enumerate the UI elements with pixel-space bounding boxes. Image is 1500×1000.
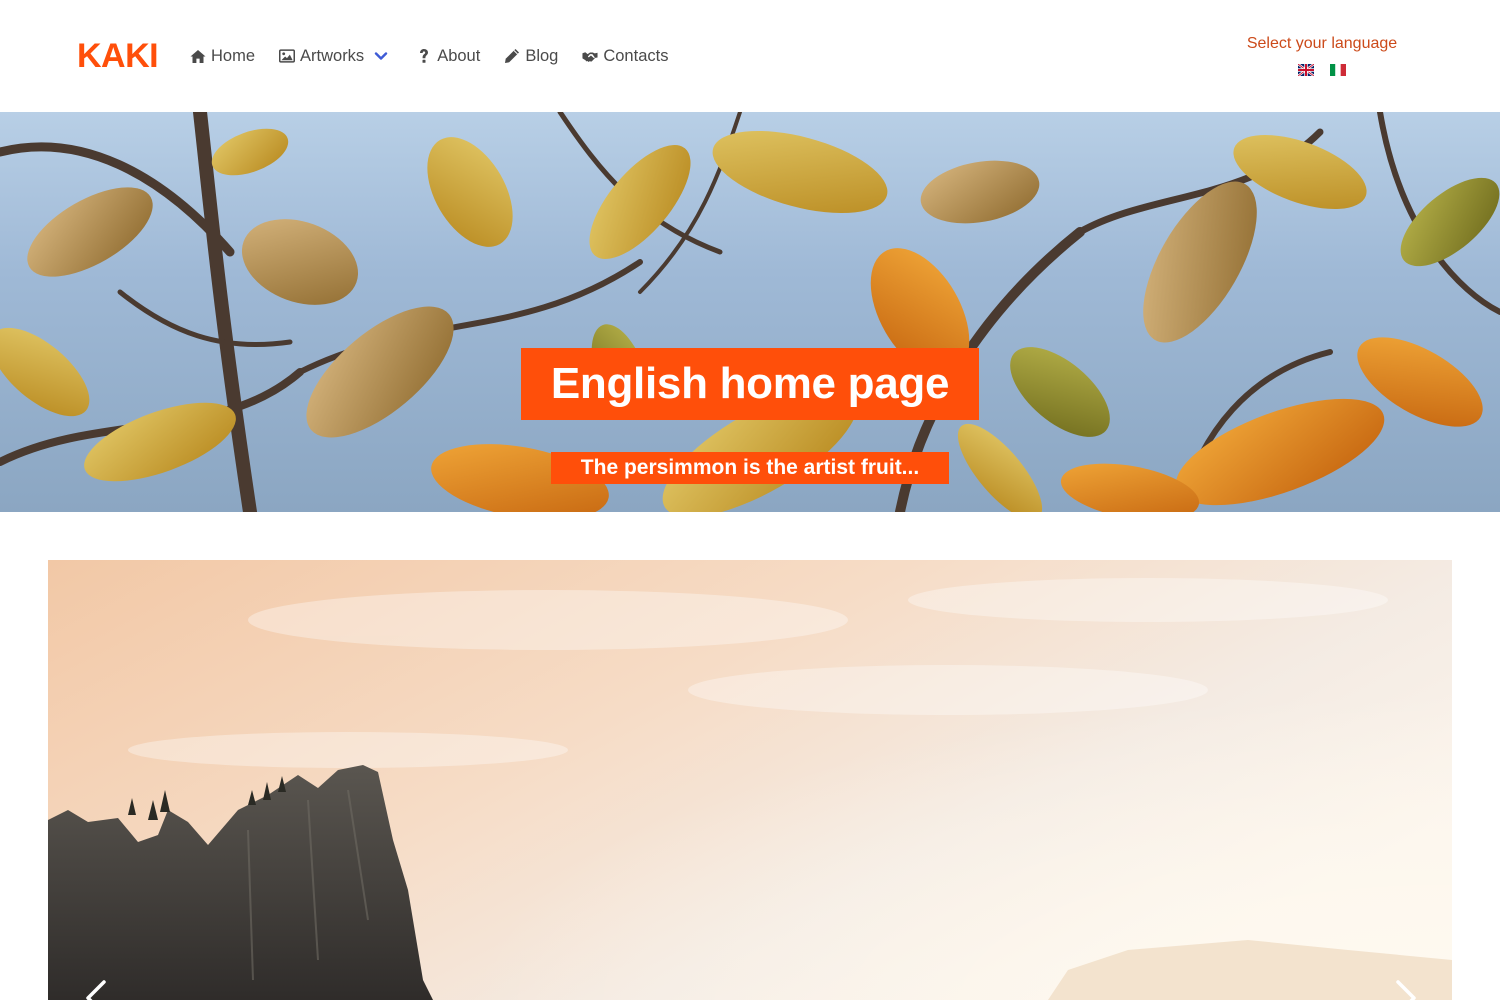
nav-item-contacts[interactable]: Contacts xyxy=(582,44,668,68)
hero-title: English home page xyxy=(521,348,979,420)
chevron-down-icon[interactable] xyxy=(374,49,388,63)
hero-banner: English home page The persimmon is the a… xyxy=(0,112,1500,512)
chevron-left-icon[interactable] xyxy=(78,978,118,1000)
carousel-slide-image xyxy=(48,560,1452,1000)
image-icon xyxy=(279,48,296,64)
nav-item-label: About xyxy=(437,46,481,65)
uk-flag-icon[interactable] xyxy=(1297,63,1315,77)
nav-item-blog[interactable]: Blog xyxy=(504,44,558,68)
language-label: Select your language xyxy=(1246,35,1398,52)
navbar: KAKI Home Artworks About Blog Contacts S… xyxy=(0,0,1500,112)
chevron-right-icon[interactable] xyxy=(1384,978,1424,1000)
main-nav: Home Artworks About Blog Contacts xyxy=(190,44,692,68)
brand-logo[interactable]: KAKI xyxy=(77,38,159,74)
hero-subtitle: The persimmon is the artist fruit... xyxy=(551,452,949,484)
question-icon xyxy=(416,48,432,64)
italy-flag-icon[interactable] xyxy=(1330,63,1346,76)
nav-item-artworks[interactable]: Artworks xyxy=(279,44,388,68)
nav-item-label: Home xyxy=(211,46,256,65)
nav-item-label: Artworks xyxy=(300,46,365,65)
nav-item-label: Blog xyxy=(525,46,559,65)
language-flags xyxy=(1232,63,1412,77)
nav-item-about[interactable]: About xyxy=(416,44,480,68)
pencil-icon xyxy=(504,48,520,64)
home-icon xyxy=(190,48,206,64)
image-carousel xyxy=(48,560,1452,1000)
nav-item-label: Contacts xyxy=(603,46,669,65)
handshake-icon xyxy=(582,48,598,64)
language-selector: Select your language xyxy=(1232,34,1412,77)
nav-item-home[interactable]: Home xyxy=(190,44,255,68)
